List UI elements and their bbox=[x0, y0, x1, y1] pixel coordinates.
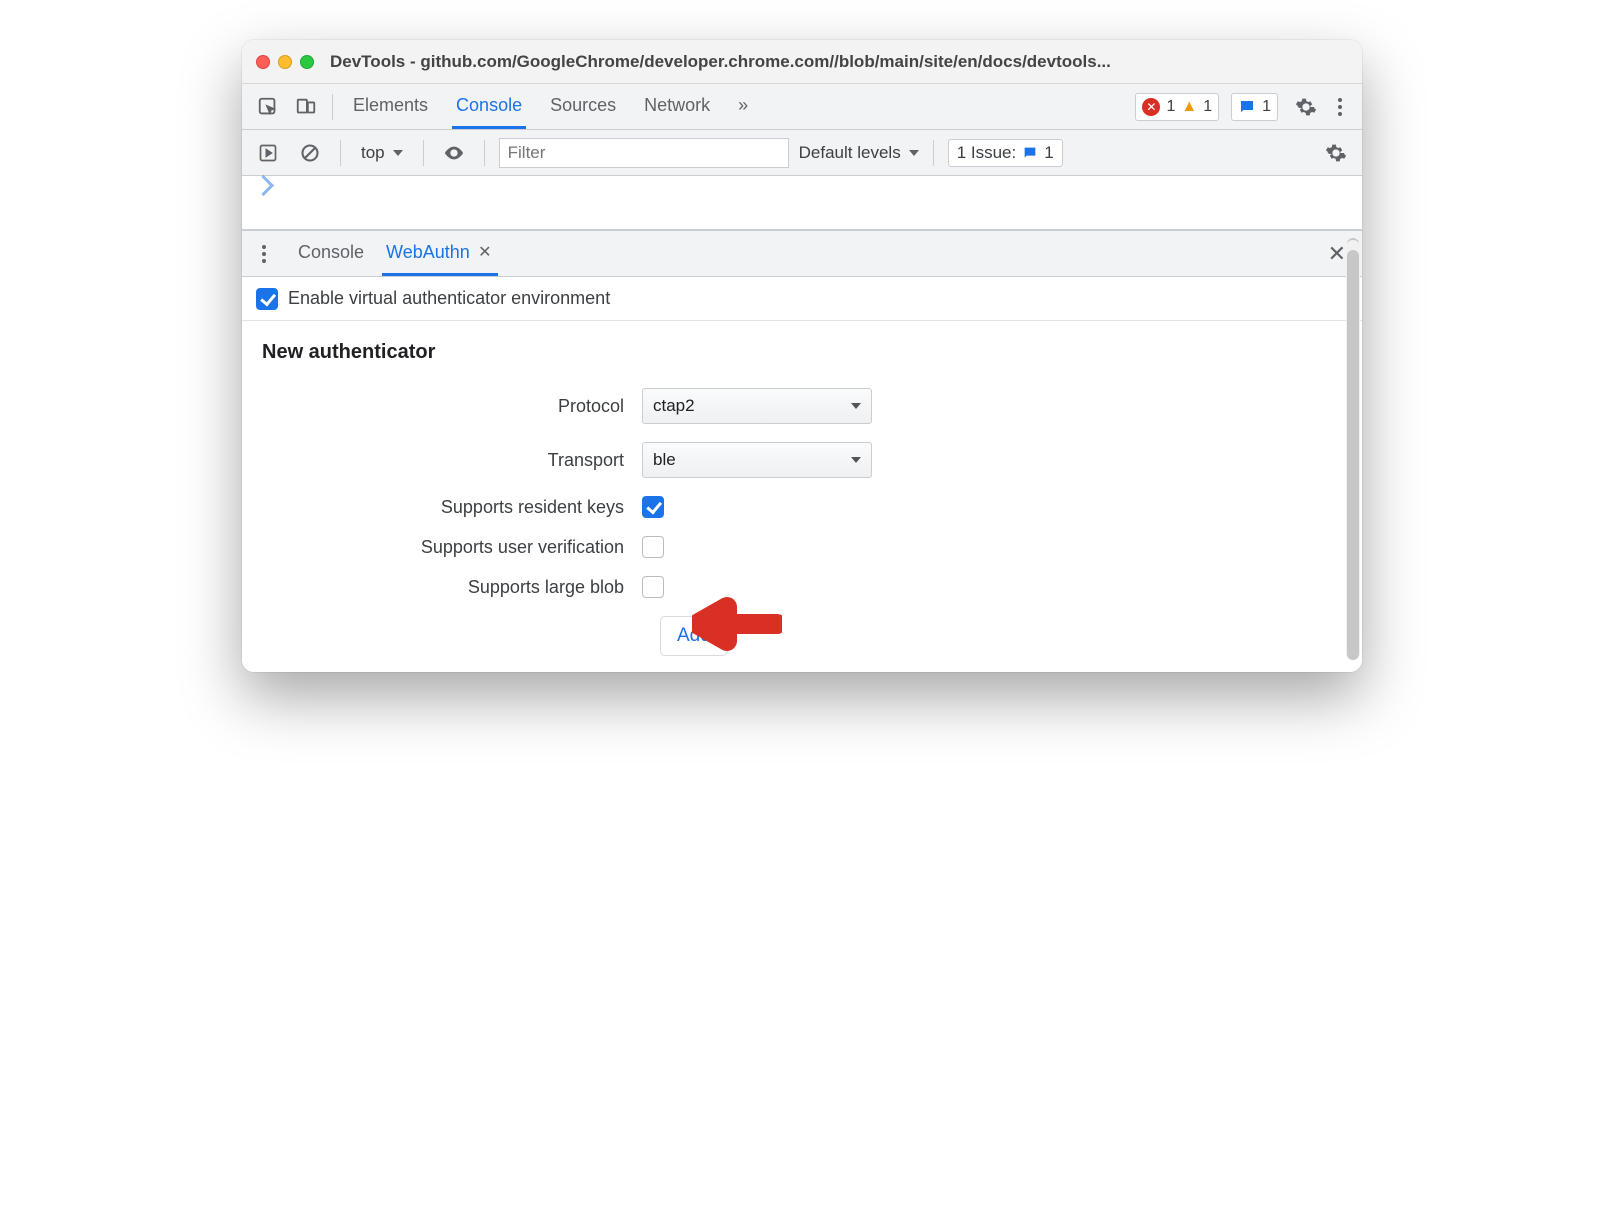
console-filter-bar: top Default levels 1 Issue: 1 bbox=[242, 130, 1362, 176]
tab-console[interactable]: Console bbox=[452, 84, 526, 129]
console-settings-gear-icon[interactable] bbox=[1320, 137, 1352, 169]
main-toolbar: Elements Console Sources Network » ✕ 1 ▲… bbox=[242, 84, 1362, 130]
traffic-lights bbox=[256, 55, 314, 69]
resident-keys-label: Supports resident keys bbox=[262, 497, 642, 518]
drawer-more-icon[interactable] bbox=[252, 238, 276, 270]
tab-sources[interactable]: Sources bbox=[546, 84, 620, 129]
resident-keys-checkbox[interactable] bbox=[642, 496, 664, 518]
close-tab-icon[interactable]: ✕ bbox=[476, 243, 494, 261]
close-window-button[interactable] bbox=[256, 55, 270, 69]
console-output-area bbox=[242, 176, 1362, 231]
new-authenticator-form: New authenticator Protocol ctap2 Transpo… bbox=[242, 321, 1362, 672]
message-icon bbox=[1022, 145, 1038, 161]
device-toggle-icon[interactable] bbox=[290, 91, 322, 123]
clear-console-icon[interactable] bbox=[294, 137, 326, 169]
titlebar: DevTools - github.com/GoogleChrome/devel… bbox=[242, 40, 1362, 84]
drawer-tabs: Console WebAuthn ✕ ✕ bbox=[242, 231, 1362, 277]
scrollbar-thumb[interactable] bbox=[1347, 250, 1359, 660]
protocol-select[interactable]: ctap2 bbox=[642, 388, 872, 424]
add-button[interactable]: Add bbox=[660, 616, 728, 656]
drawer-tab-console[interactable]: Console bbox=[294, 231, 368, 276]
issues-counter[interactable]: 1 Issue: 1 bbox=[948, 139, 1063, 167]
form-title: New authenticator bbox=[262, 341, 1342, 364]
more-tabs-button[interactable]: » bbox=[734, 84, 752, 129]
large-blob-checkbox[interactable] bbox=[642, 576, 664, 598]
log-levels-dropdown[interactable]: Default levels bbox=[799, 143, 919, 163]
execution-play-icon[interactable] bbox=[252, 137, 284, 169]
live-expression-eye-icon[interactable] bbox=[438, 137, 470, 169]
devtools-window: DevTools - github.com/GoogleChrome/devel… bbox=[242, 40, 1362, 672]
window-title: DevTools - github.com/GoogleChrome/devel… bbox=[330, 52, 1348, 72]
minimize-window-button[interactable] bbox=[278, 55, 292, 69]
user-verification-label: Supports user verification bbox=[262, 537, 642, 558]
settings-gear-icon[interactable] bbox=[1290, 91, 1322, 123]
inspect-element-icon[interactable] bbox=[252, 91, 284, 123]
user-verification-checkbox[interactable] bbox=[642, 536, 664, 558]
message-icon bbox=[1238, 98, 1256, 116]
enable-virtual-auth-label: Enable virtual authenticator environment bbox=[288, 288, 610, 309]
issues-badge[interactable]: 1 bbox=[1231, 93, 1278, 121]
protocol-label: Protocol bbox=[262, 396, 642, 417]
chevron-down-icon bbox=[851, 403, 861, 409]
error-warning-badge[interactable]: ✕ 1 ▲ 1 bbox=[1135, 93, 1219, 121]
warning-icon: ▲ bbox=[1181, 98, 1197, 116]
large-blob-label: Supports large blob bbox=[262, 577, 642, 598]
drawer-tab-webauthn[interactable]: WebAuthn ✕ bbox=[382, 231, 498, 276]
error-icon: ✕ bbox=[1142, 98, 1160, 116]
enable-virtual-auth-row: Enable virtual authenticator environment bbox=[242, 277, 1362, 321]
zoom-window-button[interactable] bbox=[300, 55, 314, 69]
tab-network[interactable]: Network bbox=[640, 84, 714, 129]
scrollbar-track[interactable] bbox=[1346, 240, 1360, 660]
context-selector[interactable]: top bbox=[355, 141, 409, 165]
more-menu-icon[interactable] bbox=[1328, 91, 1352, 123]
tab-elements[interactable]: Elements bbox=[349, 84, 432, 129]
enable-virtual-auth-checkbox[interactable] bbox=[256, 288, 278, 310]
filter-input[interactable] bbox=[499, 138, 789, 168]
panel-tabs: Elements Console Sources Network » bbox=[349, 84, 752, 129]
transport-label: Transport bbox=[262, 450, 642, 471]
transport-select[interactable]: ble bbox=[642, 442, 872, 478]
chevron-down-icon bbox=[851, 457, 861, 463]
